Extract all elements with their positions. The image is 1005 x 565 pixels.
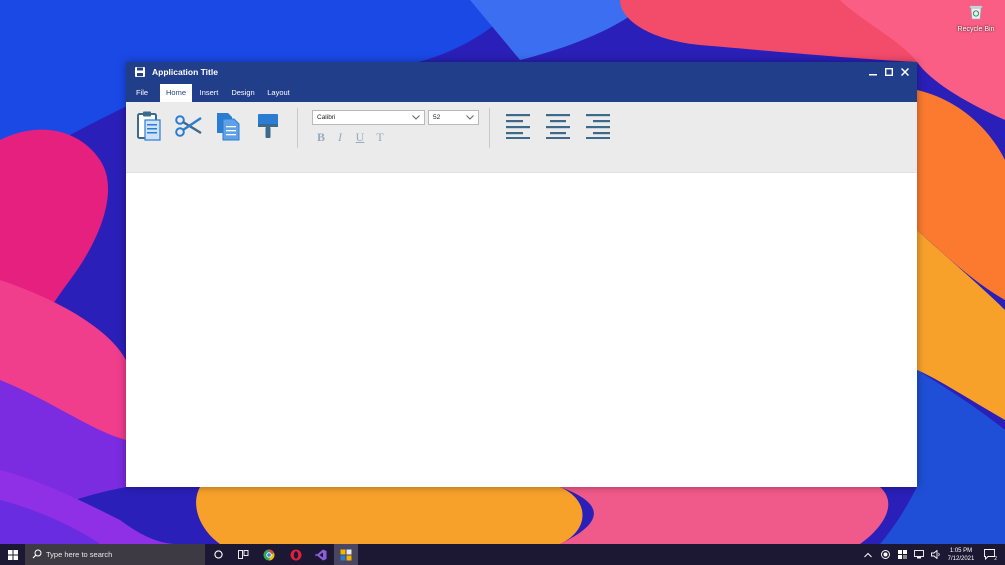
- minimize-icon: [869, 74, 877, 76]
- windows-logo-icon: [8, 549, 18, 560]
- ribbon-tabs: File Home Insert Design Layout: [126, 83, 917, 102]
- font-family-value: Calibri: [317, 114, 336, 121]
- application-window: Application Title File Home Insert Desig…: [126, 62, 917, 487]
- font-family-select[interactable]: Calibri: [312, 110, 425, 125]
- taskbar-app-visual-studio[interactable]: [310, 544, 332, 565]
- window-title: Application Title: [152, 67, 218, 77]
- notification-badge: 2: [994, 556, 997, 562]
- chrome-icon: [263, 549, 275, 560]
- chevron-down-icon: [412, 115, 420, 120]
- tray-app-button[interactable]: [896, 544, 908, 565]
- network-button[interactable]: [913, 544, 925, 565]
- record-icon: [880, 550, 890, 559]
- maximize-button[interactable]: [883, 65, 895, 79]
- bold-button[interactable]: B: [313, 130, 329, 144]
- search-icon: [32, 549, 42, 559]
- taskbar-app-active[interactable]: [334, 544, 358, 565]
- recycle-bin-label: Recycle Bin: [957, 26, 995, 33]
- start-button[interactable]: [4, 544, 22, 565]
- tab-home[interactable]: Home: [160, 84, 192, 102]
- tab-layout[interactable]: Layout: [265, 84, 292, 102]
- app-window-icon: [340, 549, 352, 560]
- maximize-icon: [885, 68, 893, 76]
- format-painter-icon: [258, 114, 278, 138]
- taskbar: Type here to search 1:05 PM 7/12/2021 2: [0, 544, 1005, 565]
- italic-button[interactable]: I: [332, 130, 348, 144]
- strikethrough-button[interactable]: T: [372, 130, 388, 144]
- tab-file[interactable]: File: [132, 84, 152, 102]
- align-left-button[interactable]: [503, 110, 533, 142]
- ribbon-separator: [297, 108, 298, 148]
- document-area[interactable]: [126, 173, 917, 487]
- cortana-icon: [213, 550, 223, 559]
- network-icon: [914, 550, 924, 559]
- copy-icon: [217, 113, 240, 141]
- tab-insert[interactable]: Insert: [197, 84, 221, 102]
- cut-button[interactable]: [174, 110, 204, 142]
- taskbar-app-chrome[interactable]: [258, 544, 280, 565]
- align-right-button[interactable]: [583, 110, 613, 142]
- align-center-icon: [546, 114, 570, 139]
- underline-button[interactable]: U: [352, 130, 368, 144]
- opera-icon: [290, 549, 302, 560]
- align-center-button[interactable]: [543, 110, 573, 142]
- minimize-button[interactable]: [867, 65, 879, 79]
- ribbon-panel: Calibri 52 B I U T: [126, 102, 917, 173]
- volume-button[interactable]: [930, 544, 942, 565]
- recycle-bin[interactable]: Recycle Bin: [956, 4, 996, 33]
- font-size-value: 52: [433, 114, 441, 121]
- taskbar-search[interactable]: Type here to search: [25, 544, 205, 565]
- format-painter-button[interactable]: [253, 110, 283, 142]
- clock-time: 1:05 PM: [949, 548, 973, 554]
- clock-date: 7/12/2021: [947, 556, 975, 562]
- task-view-button[interactable]: [235, 544, 251, 565]
- align-left-icon: [506, 114, 530, 139]
- speaker-icon: [931, 550, 940, 559]
- close-icon: [901, 68, 909, 76]
- paste-icon: [137, 111, 161, 141]
- visual-studio-icon: [315, 549, 327, 560]
- show-hidden-icons-button[interactable]: [862, 544, 874, 565]
- ribbon-separator: [489, 108, 490, 148]
- tab-design[interactable]: Design: [230, 84, 256, 102]
- task-view-icon: [237, 550, 248, 559]
- title-bar[interactable]: Application Title: [126, 62, 917, 83]
- close-button[interactable]: [899, 65, 911, 79]
- taskbar-clock[interactable]: 1:05 PM 7/12/2021: [943, 547, 979, 563]
- save-icon: [135, 67, 145, 77]
- chevron-down-icon: [466, 115, 474, 120]
- paste-button[interactable]: [134, 110, 164, 142]
- action-center-button[interactable]: 2: [982, 544, 998, 565]
- cortana-button[interactable]: [210, 544, 226, 565]
- search-placeholder: Type here to search: [46, 550, 113, 559]
- grid-icon: [897, 550, 907, 559]
- align-right-icon: [586, 114, 610, 139]
- chevron-up-icon: [864, 552, 872, 557]
- font-size-select[interactable]: 52: [428, 110, 479, 125]
- tray-record-button[interactable]: [879, 544, 891, 565]
- copy-button[interactable]: [213, 110, 243, 142]
- taskbar-app-opera[interactable]: [285, 544, 307, 565]
- recycle-bin-icon: [969, 5, 983, 20]
- cut-icon: [175, 115, 202, 137]
